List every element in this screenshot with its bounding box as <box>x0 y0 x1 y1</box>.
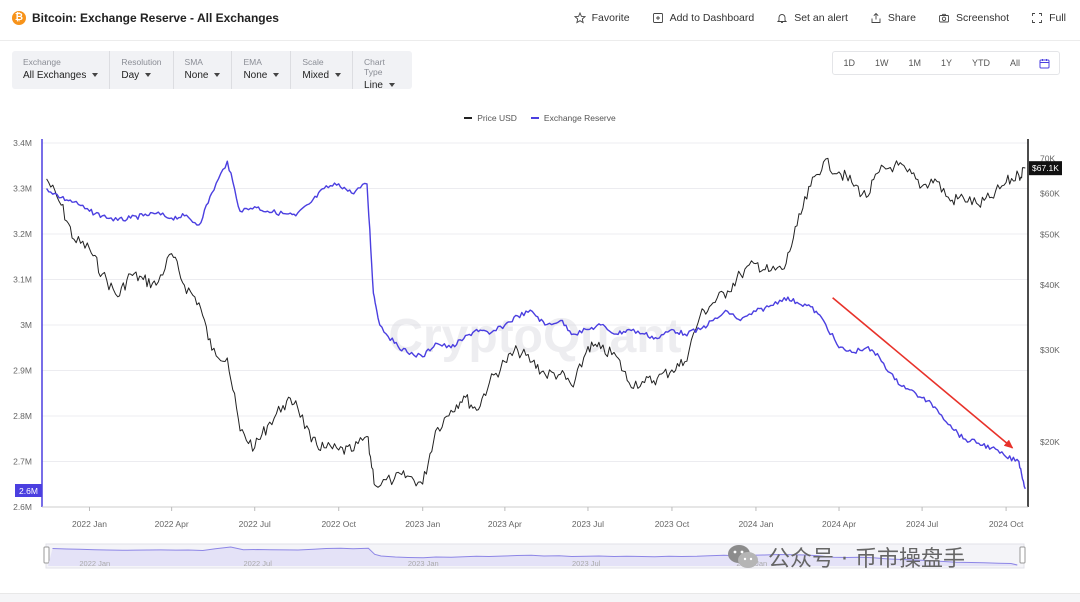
navigator-handle-left <box>43 546 50 564</box>
x-tick-label: 2024 Apr <box>822 519 856 529</box>
x-tick-label: 2022 Jan <box>72 519 107 529</box>
y-left-tick-label: 3.4M <box>13 138 32 148</box>
x-tick-label: 2023 Jan <box>405 519 440 529</box>
watermark: CryptoQuant <box>388 310 681 363</box>
navigator-tick-label: 2022 Jul <box>244 559 273 568</box>
x-tick-label: 2024 Jan <box>738 519 773 529</box>
wechat-icon <box>728 545 758 568</box>
navigator-tick-label: 2023 Jan <box>408 559 439 568</box>
chart-canvas[interactable]: CryptoQuant 3.4M 3.3M 3.2M 3.1M 3M 2.9M 2.8M 2.… <box>0 0 1080 601</box>
y-left-tick-label: 2.8M <box>13 411 32 421</box>
y-right-tick-label: $30K <box>1040 345 1060 355</box>
y-left-tick-label: 3.2M <box>13 229 32 239</box>
red-trend-arrow <box>832 297 1014 449</box>
x-tick-label: 2024 Jul <box>906 519 938 529</box>
y-left-tick-label: 3.3M <box>13 184 32 194</box>
navigator-tick-label: 2022 Jan <box>79 559 110 568</box>
y-left-tick-label: 2.6M <box>13 502 32 512</box>
x-tick-label: 2022 Jul <box>239 519 271 529</box>
x-tick-label: 2023 Jul <box>572 519 604 529</box>
y-right-tick-label: $40K <box>1040 280 1060 290</box>
y-left-tick-label: 2.9M <box>13 366 32 376</box>
x-tick-label: 2022 Oct <box>321 519 356 529</box>
y-left-tick-label: 3.1M <box>13 275 32 285</box>
y-right-tick-label: $20K <box>1040 437 1060 447</box>
x-tick-label: 2022 Apr <box>155 519 189 529</box>
annotations <box>832 297 1014 449</box>
y-right-tick-label: $50K <box>1040 230 1060 240</box>
x-tick-label: 2024 Oct <box>989 519 1024 529</box>
y-left-tick-label: 3M <box>20 320 32 330</box>
price-current-value: $67.1K <box>1032 163 1059 173</box>
y-left-tick-label: 2.7M <box>13 457 32 467</box>
wechat-text: 公众号 · 币市操盘手 <box>768 547 965 572</box>
reserve-current-value: 2.6M <box>19 486 38 496</box>
y-right-tick-label: $60K <box>1040 188 1060 198</box>
navigator-handle-right <box>1019 546 1026 564</box>
x-tick-label: 2023 Apr <box>488 519 522 529</box>
navigator-tick-label: 2023 Jul <box>572 559 601 568</box>
x-tick-label: 2023 Oct <box>655 519 690 529</box>
wechat-watermark: 公众号 · 币市操盘手 <box>726 541 965 573</box>
